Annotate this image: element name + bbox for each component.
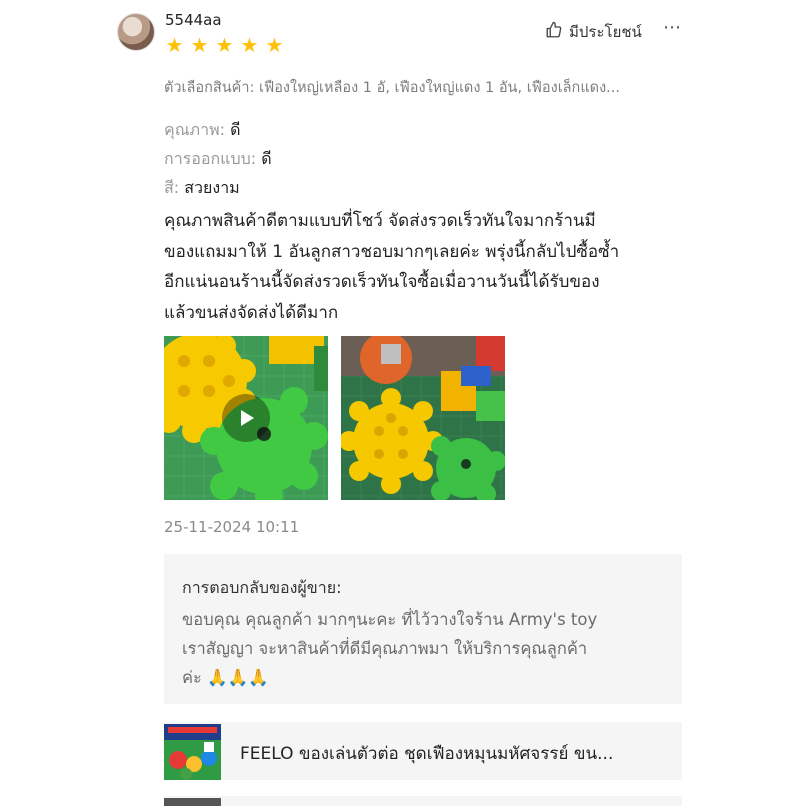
attribute-value: ดี [230, 120, 241, 139]
review-photo-thumbnail[interactable] [341, 336, 505, 500]
review-comment: คุณภาพสินค้าดีตามแบบที่โชว์ จัดส่งรวดเร็… [164, 206, 684, 328]
product-thumbnail [164, 798, 221, 806]
attribute-key: สี: [164, 178, 180, 197]
attribute-design: การออกแบบ: ดี [164, 147, 272, 172]
reply-line: ค่ะ 🙏🙏🙏 [182, 668, 269, 687]
attribute-quality: คุณภาพ: ดี [164, 118, 241, 143]
attribute-value: สวยงาม [184, 178, 240, 197]
attribute-color: สี: สวยงาม [164, 176, 240, 201]
product-thumbnail [164, 724, 221, 780]
comment-line: แล้วขนส่งจัดส่งได้ดีมาก [164, 302, 339, 323]
next-product-card[interactable] [164, 796, 682, 806]
star-icon: ★ [265, 33, 284, 57]
product-name: FEELO ของเล่นตัวต่อ ชุดเฟืองหมุนมหัศจรรย… [240, 744, 614, 764]
comment-line: อีกแน่นอนร้านนี้จัดส่งรวดเร็วทันใจซื้อเม… [164, 272, 600, 292]
product-image [164, 724, 221, 780]
rating-stars: ★ ★ ★ ★ ★ [163, 35, 286, 55]
variation-value: เฟืองใหญ่เหลือง 1 อั, เฟืองใหญ่แดง 1 อัน… [259, 80, 620, 96]
play-button[interactable] [222, 394, 270, 442]
helpful-button[interactable]: มีประโยชน์ [545, 20, 642, 44]
attribute-value: ดี [261, 149, 272, 168]
play-icon [241, 410, 254, 426]
variation-label: ตัวเลือกสินค้า: [164, 80, 255, 96]
gear-toy-image [341, 336, 505, 500]
comment-line: คุณภาพสินค้าดีตามแบบที่โชว์ จัดส่งรวดเร็… [164, 211, 596, 231]
product-card[interactable]: FEELO ของเล่นตัวต่อ ชุดเฟืองหมุนมหัศจรรย… [164, 722, 682, 780]
more-options-icon[interactable]: ⋯ [663, 17, 682, 38]
reply-line: เราสัญญา จะหาสินค้าที่ดีมีคุณภาพมา ให้บร… [182, 639, 588, 658]
seller-reply-body: ขอบคุณ คุณลูกค้า มากๆนะคะ ที่ไว้วางใจร้า… [182, 605, 672, 692]
variation-line: ตัวเลือกสินค้า: เฟืองใหญ่เหลือง 1 อั, เฟ… [164, 76, 684, 99]
seller-reply: การตอบกลับของผู้ขาย: ขอบคุณ คุณลูกค้า มา… [164, 554, 682, 704]
attribute-key: การออกแบบ: [164, 149, 257, 168]
review-datetime: 25-11-2024 10:11 [164, 518, 300, 536]
reviewer-username: 5544aa [165, 11, 222, 29]
star-icon: ★ [215, 33, 234, 57]
helpful-label: มีประโยชน์ [569, 23, 642, 41]
review-video-thumbnail[interactable] [164, 336, 328, 500]
thumbs-up-icon [545, 21, 563, 43]
attribute-key: คุณภาพ: [164, 120, 226, 139]
reply-line: ขอบคุณ คุณลูกค้า มากๆนะคะ ที่ไว้วางใจร้า… [182, 610, 598, 629]
comment-line: ของแถมมาให้ 1 อันลูกสาวชอบมากๆเลยค่ะ พรุ… [164, 241, 620, 262]
avatar[interactable] [117, 13, 155, 51]
star-icon: ★ [240, 33, 259, 57]
seller-reply-title: การตอบกลับของผู้ขาย: [182, 578, 342, 597]
star-icon: ★ [190, 33, 209, 57]
star-icon: ★ [165, 33, 184, 57]
